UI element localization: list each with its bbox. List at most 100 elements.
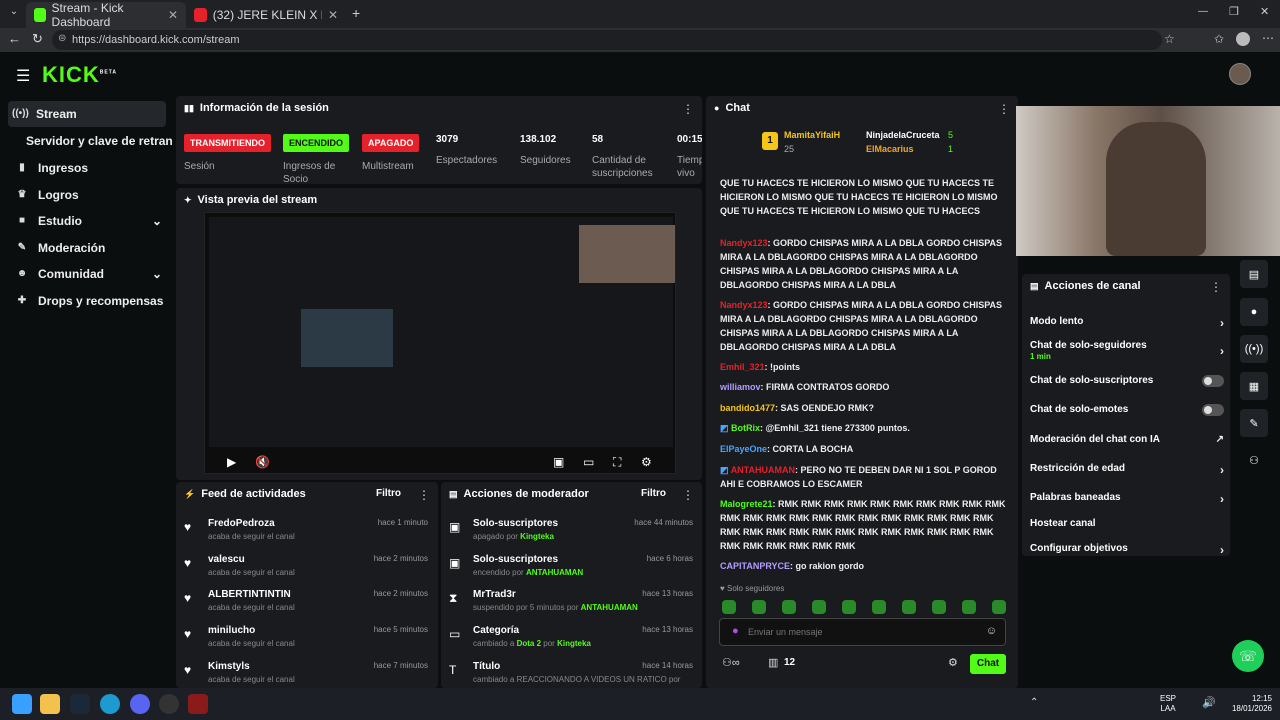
followers-only-row[interactable]: Chat de solo-seguidores 1 min › [1030,340,1224,362]
tab-list-icon[interactable]: ⌄ [6,6,22,22]
chat-settings-icon[interactable]: ⚙ [948,656,958,669]
back-icon[interactable]: ← [8,31,21,46]
list-item[interactable]: ▣ Solo-suscriptores apagado por Kingteka… [449,518,693,554]
notes-icon[interactable]: ▤ [1240,260,1268,288]
list-item[interactable]: ♥ minilucho acaba de seguir el canal hac… [184,625,428,661]
profile-avatar[interactable] [1236,32,1250,46]
browser-tab-stream[interactable]: Stream - Kick Dashboard ✕ [26,1,186,29]
tray-chevron-icon[interactable]: ⌃ [1030,697,1038,708]
infinity-icon[interactable]: ⚇∞ [722,656,740,669]
minimize-icon[interactable]: — [1198,6,1208,17]
chat-username[interactable]: bandido1477 [720,403,775,413]
chat-username[interactable]: Nandyx123 [720,238,768,248]
more-options-icon[interactable]: ⋮ [1210,280,1222,294]
wrench-icon[interactable]: ✎ [1240,409,1268,437]
list-item[interactable]: ⧗ MrTrad3r suspendido por 5 minutos por … [449,589,693,625]
mic-icon[interactable]: ● [732,625,739,637]
play-icon[interactable]: ▶ [227,455,236,469]
close-tab-icon[interactable]: ✕ [328,8,338,22]
user-avatar[interactable] [1229,63,1251,85]
list-item[interactable]: ▭ Categoría cambiado a Dota 2 por Kingte… [449,625,693,661]
emotes-only-toggle[interactable] [1202,404,1224,416]
chat-username[interactable]: Emhil_321 [720,362,765,372]
age-restriction-row[interactable]: Restricción de edad › [1030,463,1224,477]
emote-icon[interactable] [962,600,976,614]
language-indicator[interactable]: ESP LAA [1160,694,1176,714]
list-item[interactable]: ♥ valescu acaba de seguir el canal hace … [184,554,428,590]
close-tab-icon[interactable]: ✕ [168,8,178,22]
sidebar-item-drops[interactable]: ✚ Drops y recompensas [16,288,164,314]
sidebar-item-comunidad[interactable]: ☻ Comunidad ⌄ [16,261,162,287]
ai-moderation-row[interactable]: Moderación del chat con IA ↗ [1030,434,1224,445]
volume-icon[interactable]: 🔊 [1202,696,1216,709]
list-item[interactable]: ♥ ALBERTINTINTIN acaba de seguir el cana… [184,589,428,625]
broadcast-icon[interactable]: ((•)) [1240,335,1268,363]
browser-menu-icon[interactable]: ⋯ [1262,31,1274,45]
clip-icon[interactable]: ▣ [553,455,564,469]
subs-only-row[interactable]: Chat de solo-suscriptores [1030,375,1224,387]
steam-icon[interactable] [70,694,90,714]
obs-icon[interactable] [159,694,179,714]
list-item[interactable]: T Título cambiado a REACCIONANDO A VIDEO… [449,661,693,685]
sidebar-item-moderacion[interactable]: ✎ Moderación [16,235,106,261]
emote-icon[interactable] [812,600,826,614]
sidebar-item-logros[interactable]: ♛ Logros [16,182,79,208]
list-item[interactable]: ▣ Solo-suscriptores encendido por ANTAHU… [449,554,693,590]
browser-tab-youtube[interactable]: (32) JERE KLEIN X KATTEYES - TOD ✕ [186,2,346,28]
chat-input[interactable] [748,625,968,639]
new-tab-icon[interactable]: + [352,5,360,21]
chat-username[interactable]: CAPITANPRYCE [720,561,790,571]
close-window-icon[interactable]: ✕ [1260,5,1269,18]
filter-button[interactable]: Filtro [376,488,401,499]
theater-icon[interactable]: ▭ [583,455,594,469]
chat-username[interactable]: BotRix [731,423,760,433]
chat-icon[interactable]: ● [1240,298,1268,326]
goals-row[interactable]: Configurar objetivos › [1030,543,1224,557]
chevron-down-icon[interactable]: ⌄ [152,214,162,228]
chat-username[interactable]: Malogrete21 [720,499,773,509]
chat-username[interactable]: Nandyx123 [720,300,768,310]
fullscreen-icon[interactable]: ⛶ [613,455,621,470]
send-chat-button[interactable]: Chat [970,654,1006,674]
chat-username[interactable]: ElPayeOne [720,444,767,454]
moderation-icon[interactable]: ▦ [1240,372,1268,400]
edge-icon[interactable] [100,694,120,714]
kick-logo[interactable]: KICKBETA [42,62,117,88]
emote-icon[interactable] [872,600,886,614]
url-field[interactable]: ⊜ https://dashboard.kick.com/stream [52,30,1162,50]
mute-icon[interactable]: 🔇 [255,455,270,469]
more-options-icon[interactable]: ⋮ [682,102,694,116]
emote-icon[interactable] [992,600,1006,614]
stream-video[interactable]: ▶ 🔇 ▣ ▭ ⛶ ⚙ [204,212,676,474]
sidebar-item-ingresos[interactable]: ▮ Ingresos [16,155,88,181]
hamburger-menu-icon[interactable]: ☰ [16,66,30,86]
list-item[interactable]: ♥ FredoPedroza acaba de seguir el canal … [184,518,428,554]
emoji-icon[interactable]: ☺ [986,625,997,637]
chat-username[interactable]: williamov [720,382,761,392]
file-explorer-icon[interactable] [40,694,60,714]
list-item[interactable]: ♥ Kimstyls acaba de seguir el canal hace… [184,661,428,685]
chat-input-box[interactable]: ● ☺ [719,618,1006,646]
subs-only-toggle[interactable] [1202,375,1224,387]
emote-icon[interactable] [842,600,856,614]
emote-icon[interactable] [752,600,766,614]
reload-icon[interactable]: ↻ [32,31,43,47]
emote-icon[interactable] [902,600,916,614]
collections-icon[interactable]: ✩ [1214,32,1224,46]
sidebar-item-server-key[interactable]: Servidor y clave de retransmisión [26,128,172,154]
site-info-icon[interactable]: ⊜ [58,33,66,44]
more-options-icon[interactable]: ⋮ [682,488,694,502]
more-options-icon[interactable]: ⋮ [418,488,430,502]
maximize-icon[interactable]: ❐ [1229,5,1239,18]
favorite-star-icon[interactable]: ☆ [1164,32,1175,46]
clock[interactable]: 12:15 18/01/2026 [1222,694,1272,714]
community-icon[interactable]: ⚇ [1240,446,1268,474]
app-icon[interactable] [188,694,208,714]
more-options-icon[interactable]: ⋮ [998,102,1010,116]
emotes-only-row[interactable]: Chat de solo-emotes [1030,404,1224,416]
chat-username[interactable]: ANTAHUAMAN [731,465,795,475]
host-channel-row[interactable]: Hostear canal [1030,518,1224,529]
filter-button[interactable]: Filtro [641,488,666,499]
settings-gear-icon[interactable]: ⚙ [641,455,652,469]
banned-words-row[interactable]: Palabras baneadas › [1030,492,1224,506]
